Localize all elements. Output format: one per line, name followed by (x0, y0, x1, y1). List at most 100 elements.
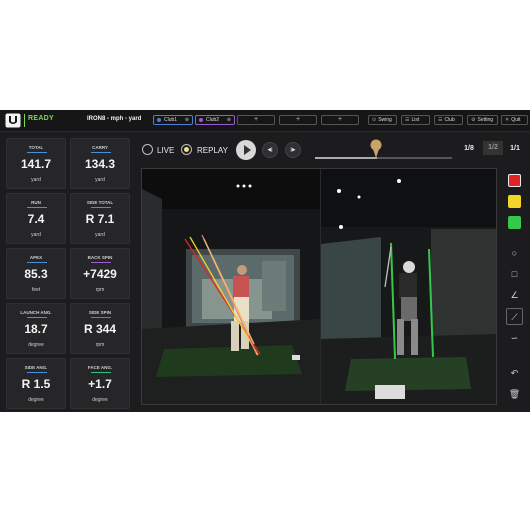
metric-unit: feet (31, 287, 41, 293)
replay-radio-selected (183, 146, 189, 152)
metric-accent-bar (91, 372, 111, 373)
metric-value: 7.4 (27, 212, 45, 226)
metric-card-launch-angle: LAUNCH ANG. 18.7 degree (6, 303, 66, 354)
metric-value: +1.7 (88, 377, 112, 391)
metric-unit: rpm (95, 342, 105, 348)
club-unit-title: IRON8 - mph - yard (87, 116, 142, 122)
metric-card-side-spin: SIDE SPIN R 344 rpm (70, 303, 130, 354)
metric-accent-bar (91, 152, 111, 153)
metric-card-apex: APEX 85.3 feet (6, 248, 66, 299)
curve-tool-icon[interactable]: ∽ (506, 330, 523, 347)
replay-label: REPLAY (197, 146, 228, 155)
metric-accent-bar (91, 262, 111, 263)
swing-label: Swing (378, 117, 392, 123)
metric-value: R 7.1 (85, 212, 115, 226)
replay-radio[interactable] (181, 144, 192, 155)
close-icon: ✕ (505, 117, 510, 123)
club2-tab[interactable]: Club2 ⊗ (195, 115, 235, 125)
metric-label: TOTAL (28, 145, 44, 150)
step-forward-button[interactable]: |▶ (285, 142, 301, 158)
add-club-slot-2[interactable]: + (279, 115, 317, 125)
metric-unit: yard (31, 177, 41, 183)
list-icon: ☰ (405, 117, 410, 123)
trash-icon[interactable]: 🗑 (506, 386, 523, 403)
metric-label: FACE ANG. (87, 365, 113, 370)
angle-tool-icon[interactable]: ∠ (506, 287, 523, 304)
circle-tool-icon[interactable]: ○ (506, 245, 523, 262)
metric-accent-bar (27, 207, 47, 208)
metric-unit: degree (28, 397, 44, 403)
metric-value: 141.7 (20, 157, 52, 171)
club1-close-icon[interactable]: ⊗ (185, 117, 189, 123)
metric-value: 18.7 (24, 322, 48, 336)
front-view-video[interactable] (142, 169, 320, 404)
club-label: Club (444, 117, 455, 123)
metric-value: R 1.5 (21, 377, 51, 391)
metric-card-side-angle: SIDE ANG. R 1.5 degree (6, 358, 66, 409)
metric-value: 85.3 (24, 267, 48, 281)
swing-button[interactable]: ⊙ Swing (368, 115, 397, 125)
view-1-1[interactable]: 1/1 (505, 145, 525, 152)
rectangle-tool-icon[interactable]: □ (506, 266, 523, 283)
color-swatch-green[interactable] (508, 216, 521, 229)
list-button[interactable]: ☰ List (401, 115, 430, 125)
setting-label: Setting (477, 117, 494, 123)
club1-color-dot (157, 118, 161, 122)
metric-accent-bar (91, 207, 111, 208)
metric-accent-bar (27, 152, 47, 153)
metric-unit: rpm (95, 287, 105, 293)
club-button[interactable]: ☰ Club (434, 115, 463, 125)
view-1-8[interactable]: 1/8 (459, 145, 479, 152)
metric-unit: degree (28, 342, 44, 348)
list-label: List (411, 117, 420, 123)
timeline-knob-icon[interactable] (370, 139, 382, 159)
add-club-slot-3[interactable]: + (321, 115, 359, 125)
timeline-progress (315, 157, 377, 159)
club-icon: ☰ (438, 117, 443, 123)
metric-card-total: TOTAL 141.7 yard (6, 138, 66, 189)
gear-icon: ⚙ (471, 117, 476, 123)
add-club-slot-1[interactable]: + (237, 115, 275, 125)
club2-color-dot (199, 118, 203, 122)
metric-card-carry: CARRY 134.3 yard (70, 138, 130, 189)
metric-label: RUN (31, 200, 41, 205)
metric-card-face-angle: FACE ANG. +1.7 degree (70, 358, 130, 409)
metric-value: R 344 (83, 322, 117, 336)
swing-video-area (141, 168, 497, 405)
undo-icon[interactable]: ↶ (506, 365, 523, 382)
quit-button[interactable]: ✕ Quit (501, 115, 528, 125)
metric-label: SIDE SPIN (88, 310, 112, 315)
replay-timeline-slider[interactable] (315, 157, 452, 159)
metric-value: +7429 (83, 267, 117, 281)
metric-label: LAUNCH ANG. (20, 310, 52, 315)
club1-tab[interactable]: Club1 ⊗ (153, 115, 193, 125)
club2-close-icon[interactable]: ⊗ (227, 117, 231, 123)
metric-label: APEX (29, 255, 43, 260)
metric-card-run: RUN 7.4 yard (6, 193, 66, 244)
metric-value: 134.3 (84, 157, 116, 171)
metric-accent-bar (91, 317, 111, 318)
metric-label: BACK SPIN (87, 255, 113, 260)
metric-label: CARRY (92, 145, 108, 150)
app-logo-icon (5, 113, 21, 128)
metric-unit: degree (92, 397, 108, 403)
metric-card-side-total: SIDE TOTAL R 7.1 yard (70, 193, 130, 244)
app-window: READY IRON8 - mph - yard Club1 ⊗ Club2 ⊗… (0, 110, 530, 412)
top-bar: READY IRON8 - mph - yard Club1 ⊗ Club2 ⊗… (0, 110, 530, 132)
setting-button[interactable]: ⚙ Setting (467, 115, 498, 125)
step-back-button[interactable]: ◀| (262, 142, 278, 158)
metric-accent-bar (27, 262, 47, 263)
metric-card-back-spin: BACK SPIN +7429 rpm (70, 248, 130, 299)
side-view-video[interactable] (321, 169, 496, 404)
club1-label: Club1 (164, 117, 178, 123)
quit-label: Quit (511, 117, 521, 123)
live-label: LIVE (157, 146, 175, 155)
play-button[interactable] (236, 140, 256, 160)
metric-label: SIDE ANG. (24, 365, 48, 370)
color-swatch-yellow[interactable] (508, 195, 521, 208)
color-swatch-red[interactable] (508, 174, 521, 187)
live-radio[interactable] (142, 144, 153, 155)
view-1-2[interactable]: 1/2 (483, 141, 503, 155)
metric-unit: yard (95, 177, 105, 183)
line-tool-icon[interactable]: ⟋ (506, 308, 523, 325)
